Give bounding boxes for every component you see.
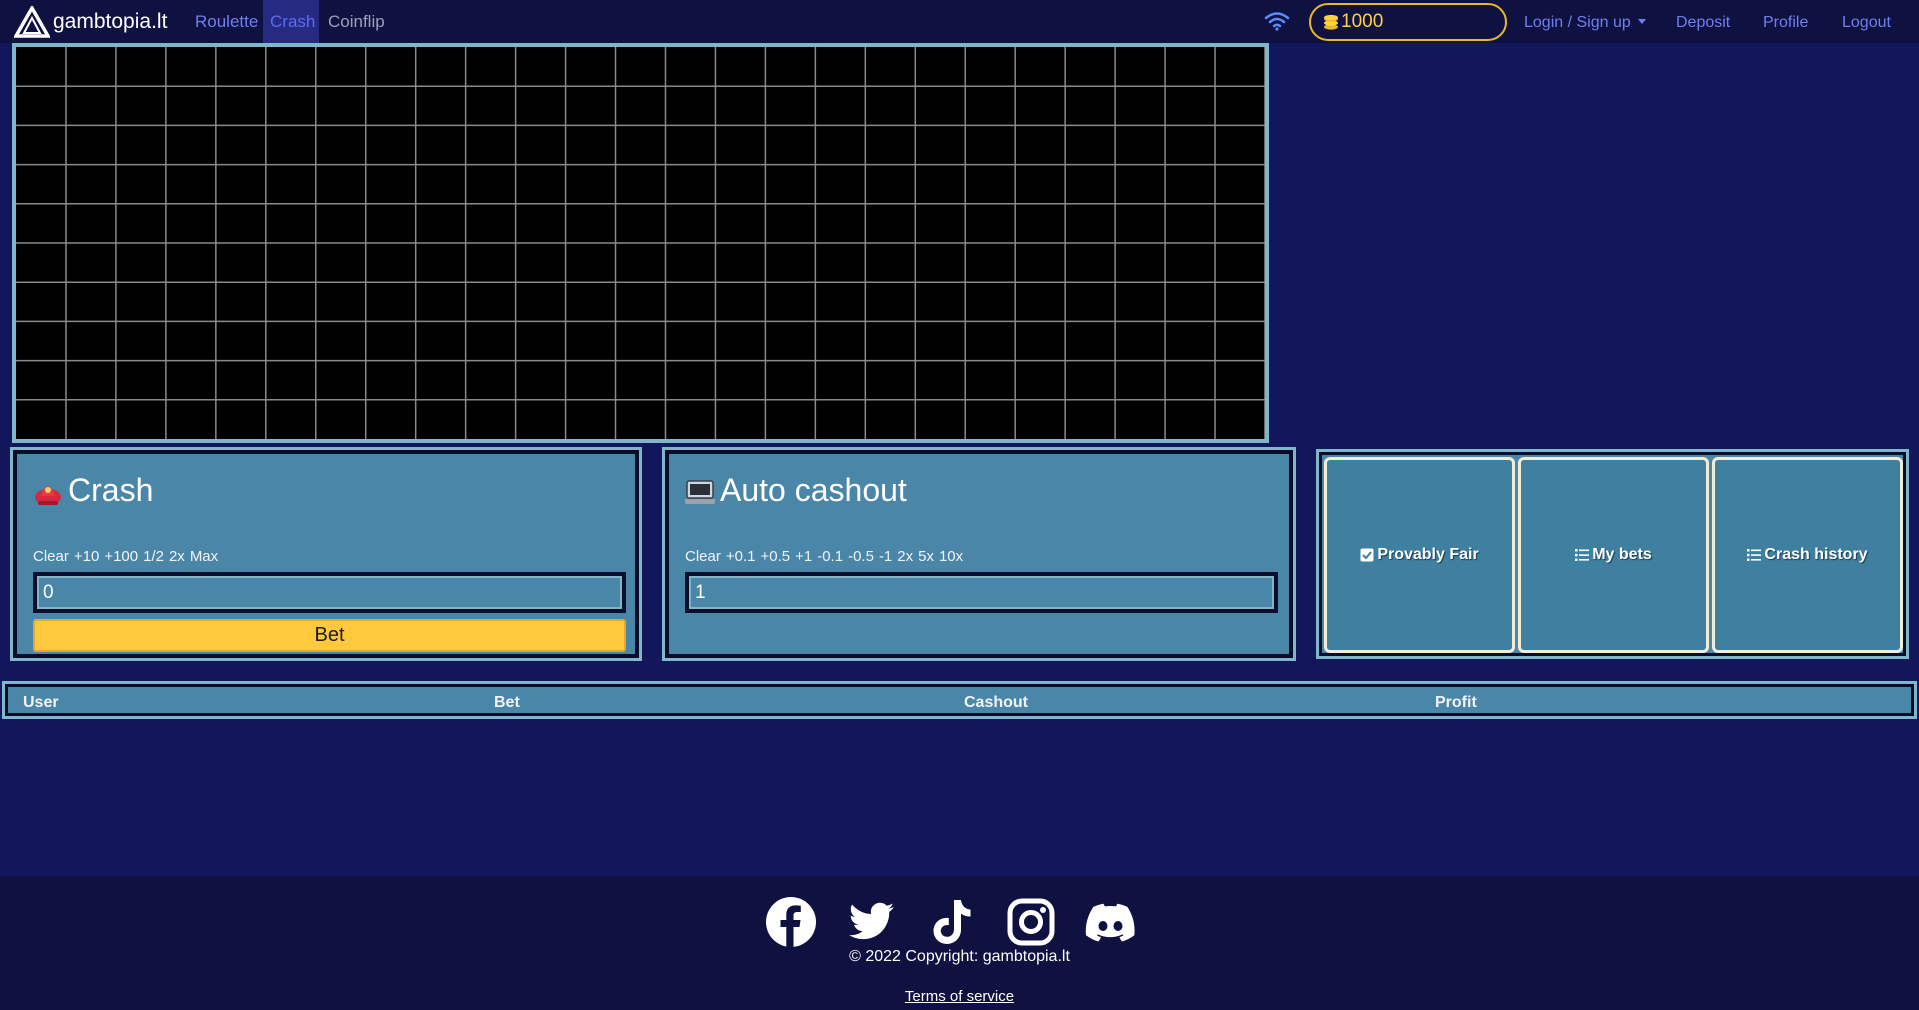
caret-down-icon xyxy=(1637,19,1646,24)
crash-history-label: Crash history xyxy=(1764,546,1868,563)
list-icon xyxy=(1747,549,1762,561)
nav-deposit[interactable]: Deposit xyxy=(1676,0,1730,43)
my-bets-button[interactable]: My bets xyxy=(1518,457,1709,653)
twitter-icon[interactable] xyxy=(845,896,897,948)
cashout-plus01-button[interactable]: +0.1 xyxy=(726,548,756,565)
wifi-icon xyxy=(1264,12,1290,31)
cashout-quick-buttons: Clear +0.1 +0.5 +1 -0.1 -0.5 -1 2x 5x 10… xyxy=(685,548,963,565)
footer: © 2022 Copyright: gambtopia.lt Terms of … xyxy=(0,876,1919,1010)
provably-fair-label: Provably Fair xyxy=(1377,546,1479,563)
column-user: User xyxy=(23,694,59,711)
logo-icon xyxy=(14,6,50,38)
copyright-text: © 2022 Copyright: gambtopia.lt xyxy=(849,948,1070,965)
crash-graph xyxy=(12,43,1269,443)
instagram-icon[interactable] xyxy=(1005,896,1057,948)
checkbox-icon xyxy=(1360,548,1374,562)
crash-title-text: Crash xyxy=(68,472,154,508)
cashout-minus1-button[interactable]: -1 xyxy=(879,548,892,565)
cashout-clear-button[interactable]: Clear xyxy=(685,548,721,565)
terms-of-service-link[interactable]: Terms of service xyxy=(0,988,1919,1005)
crash-panel-title: Crash xyxy=(31,472,153,509)
auto-title-text: Auto cashout xyxy=(720,472,907,508)
social-links xyxy=(765,896,1137,948)
actions-panel: Provably Fair My bets Crash history xyxy=(1319,452,1906,656)
cashout-minus05-button[interactable]: -0.5 xyxy=(848,548,874,565)
bet-double-button[interactable]: 2x xyxy=(169,548,185,565)
bet-max-button[interactable]: Max xyxy=(190,548,218,565)
nav-profile[interactable]: Profile xyxy=(1763,0,1808,43)
computer-icon xyxy=(685,479,715,504)
coins-icon xyxy=(1324,14,1338,30)
discord-icon[interactable] xyxy=(1085,896,1137,948)
brand-logo[interactable]: gambtopia.lt xyxy=(14,6,167,38)
cashout-2x-button[interactable]: 2x xyxy=(897,548,913,565)
balance-display: 1000 xyxy=(1309,3,1507,41)
bet-plus10-button[interactable]: +10 xyxy=(74,548,99,565)
my-bets-label: My bets xyxy=(1592,546,1652,563)
nav-crash[interactable]: Crash xyxy=(263,0,319,43)
graph-grid xyxy=(16,47,1265,439)
list-icon xyxy=(1575,549,1590,561)
cashout-plus05-button[interactable]: +0.5 xyxy=(760,548,790,565)
bets-table-header: User Bet Cashout Profit xyxy=(2,681,1917,719)
column-profit: Profit xyxy=(1435,694,1477,711)
brand-name: gambtopia.lt xyxy=(53,10,168,33)
column-cashout: Cashout xyxy=(964,694,1028,711)
bet-clear-button[interactable]: Clear xyxy=(33,548,69,565)
column-bet: Bet xyxy=(494,694,520,711)
auto-panel-title: Auto cashout xyxy=(683,472,907,509)
crash-bet-panel: Crash Clear +10 +100 1/2 2x Max Bet xyxy=(13,450,639,658)
nav-roulette[interactable]: Roulette xyxy=(188,0,265,43)
facebook-icon[interactable] xyxy=(765,896,817,948)
cashout-minus01-button[interactable]: -0.1 xyxy=(817,548,843,565)
rocket-icon xyxy=(35,485,61,505)
provably-fair-button[interactable]: Provably Fair xyxy=(1324,457,1515,653)
login-label: Login / Sign up xyxy=(1524,14,1631,31)
auto-cashout-panel: Auto cashout Clear +0.1 +0.5 +1 -0.1 -0.… xyxy=(665,450,1293,658)
balance-amount: 1000 xyxy=(1341,11,1384,32)
bet-half-button[interactable]: 1/2 xyxy=(143,548,164,565)
top-navbar: gambtopia.lt Roulette Crash Coinflip 100… xyxy=(0,0,1919,43)
cashout-5x-button[interactable]: 5x xyxy=(918,548,934,565)
nav-logout[interactable]: Logout xyxy=(1842,0,1891,43)
auto-cashout-input[interactable] xyxy=(685,572,1278,613)
bet-amount-input[interactable] xyxy=(33,572,626,613)
cashout-10x-button[interactable]: 10x xyxy=(939,548,963,565)
crash-history-button[interactable]: Crash history xyxy=(1712,457,1903,653)
bet-plus100-button[interactable]: +100 xyxy=(104,548,138,565)
nav-coinflip[interactable]: Coinflip xyxy=(321,0,392,43)
tiktok-icon[interactable] xyxy=(925,896,977,948)
bet-button[interactable]: Bet xyxy=(33,619,626,652)
cashout-plus1-button[interactable]: +1 xyxy=(795,548,812,565)
bet-quick-buttons: Clear +10 +100 1/2 2x Max xyxy=(33,548,218,565)
login-signup-dropdown[interactable]: Login / Sign up xyxy=(1524,0,1646,43)
